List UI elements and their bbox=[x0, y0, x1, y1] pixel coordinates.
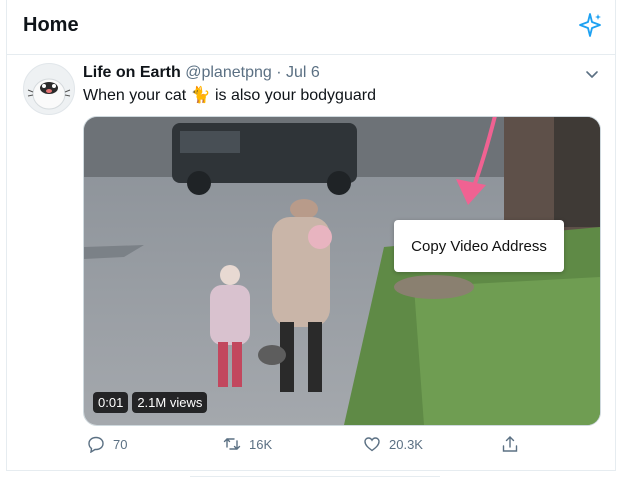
seal-avatar-icon bbox=[27, 78, 71, 110]
retweet-count: 16K bbox=[249, 436, 273, 452]
tweet-actions: 70 16K 20.3K bbox=[83, 435, 523, 459]
like-count: 20.3K bbox=[389, 436, 423, 452]
video-badges: 0:01 2.1M views bbox=[93, 392, 208, 413]
video-views-badge: 2.1M views bbox=[132, 392, 208, 413]
heart-icon bbox=[364, 437, 380, 452]
page-title: Home bbox=[23, 14, 79, 36]
avatar[interactable] bbox=[23, 63, 75, 115]
reply-icon bbox=[88, 436, 104, 453]
sparkle-icon[interactable] bbox=[577, 12, 603, 38]
cat-emoji: 🐈 bbox=[190, 87, 211, 104]
user-handle[interactable]: @planetpng bbox=[185, 64, 272, 81]
tweet-text: When your cat 🐈 is also your bodyguard bbox=[83, 85, 376, 107]
bottom-divider bbox=[190, 476, 440, 481]
video-time-badge: 0:01 bbox=[93, 392, 129, 413]
copy-video-address-menu-item[interactable]: Copy Video Address bbox=[411, 238, 547, 255]
tweet-text-part-1: When your cat bbox=[83, 87, 191, 104]
timeline-header: Home bbox=[7, 0, 615, 55]
video-player[interactable]: Copy Video Address 0:01 2.1M views bbox=[83, 116, 601, 426]
tweet[interactable]: Life on Earth @planetpng · Jul 6 When yo… bbox=[7, 55, 615, 470]
share-icon bbox=[502, 436, 518, 452]
tweet-text-part-2: is also your bodyguard bbox=[210, 87, 376, 104]
like-button[interactable]: 20.3K bbox=[363, 435, 423, 453]
retweet-icon bbox=[223, 438, 241, 450]
reply-button[interactable]: 70 bbox=[87, 435, 127, 453]
tweet-header: Life on Earth @planetpng · Jul 6 bbox=[83, 63, 320, 83]
tweet-date[interactable]: Jul 6 bbox=[286, 64, 320, 81]
share-button[interactable] bbox=[501, 435, 519, 453]
reply-count: 70 bbox=[113, 436, 128, 452]
retweet-button[interactable]: 16K bbox=[223, 435, 272, 453]
separator-dot: · bbox=[276, 64, 282, 81]
timeline-column: Home Life on Earth @planetpng · Jul 6 Wh… bbox=[6, 0, 616, 471]
chevron-down-icon[interactable] bbox=[583, 65, 601, 83]
display-name[interactable]: Life on Earth bbox=[83, 64, 181, 81]
context-menu: Copy Video Address bbox=[394, 220, 564, 272]
